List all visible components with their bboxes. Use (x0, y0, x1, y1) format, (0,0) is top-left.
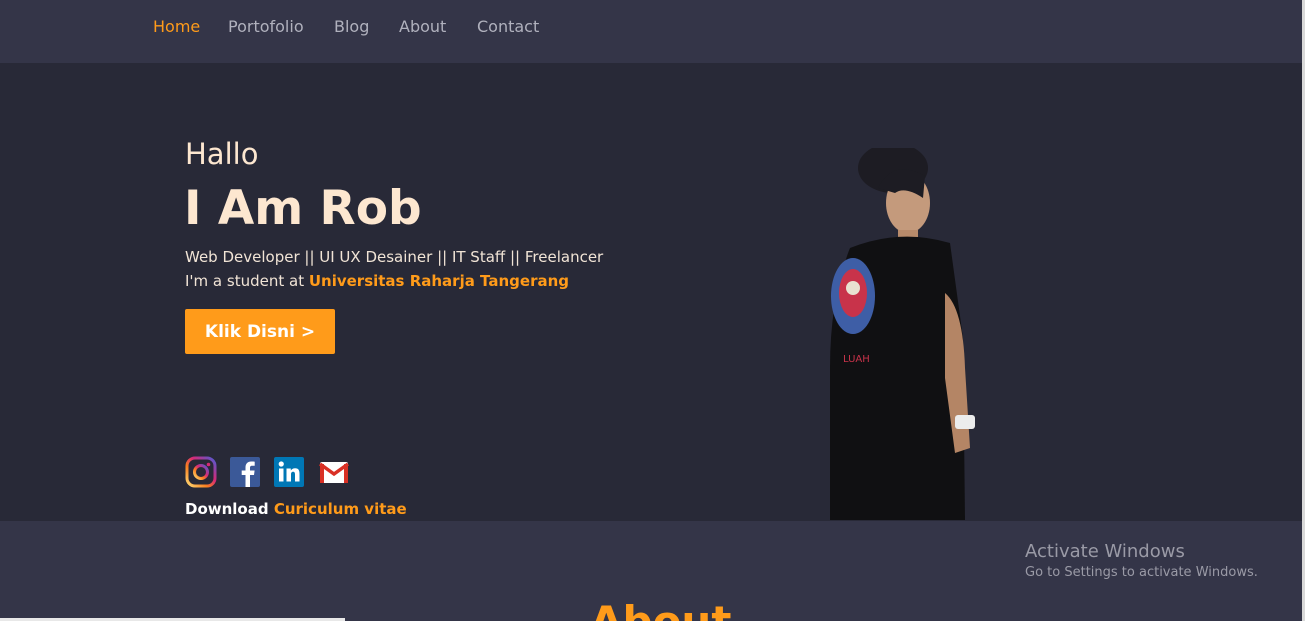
hero-roles: Web Developer || UI UX Desainer || IT St… (185, 248, 604, 266)
facebook-icon[interactable] (229, 456, 261, 488)
student-prefix: I'm a student at (185, 272, 309, 290)
watermark-subtitle: Go to Settings to activate Windows. (1025, 565, 1258, 580)
cv-link[interactable]: Curiculum vitae (274, 500, 407, 518)
hero-name: I Am Rob (184, 181, 422, 236)
profile-photo: LUAH (830, 148, 975, 521)
nav-portofolio[interactable]: Portofolio (228, 17, 304, 36)
gmail-icon[interactable] (318, 456, 350, 488)
download-cv: Download Curiculum vitae (185, 500, 407, 518)
download-prefix: Download (185, 500, 274, 518)
hero-student-line: I'm a student at Universitas Raharja Tan… (185, 272, 569, 290)
about-title: About (590, 597, 731, 621)
hero-greeting: Hallo (185, 137, 259, 171)
navbar: Home Portofolio Blog About Contact (0, 0, 1305, 63)
linkedin-icon[interactable] (273, 456, 305, 488)
nav-contact[interactable]: Contact (477, 17, 539, 36)
nav-blog[interactable]: Blog (334, 17, 369, 36)
hero-section: Hallo I Am Rob Web Developer || UI UX De… (0, 63, 1305, 521)
instagram-icon[interactable] (185, 456, 217, 488)
university-name: Universitas Raharja Tangerang (308, 272, 570, 290)
nav-home[interactable]: Home (153, 17, 200, 36)
windows-activation-watermark: Activate Windows Go to Settings to activ… (1025, 541, 1258, 580)
nav-about[interactable]: About (399, 17, 446, 36)
cta-button[interactable]: Klik Disni > (185, 309, 335, 354)
watermark-title: Activate Windows (1025, 541, 1185, 562)
svg-text:LUAH: LUAH (843, 354, 870, 365)
